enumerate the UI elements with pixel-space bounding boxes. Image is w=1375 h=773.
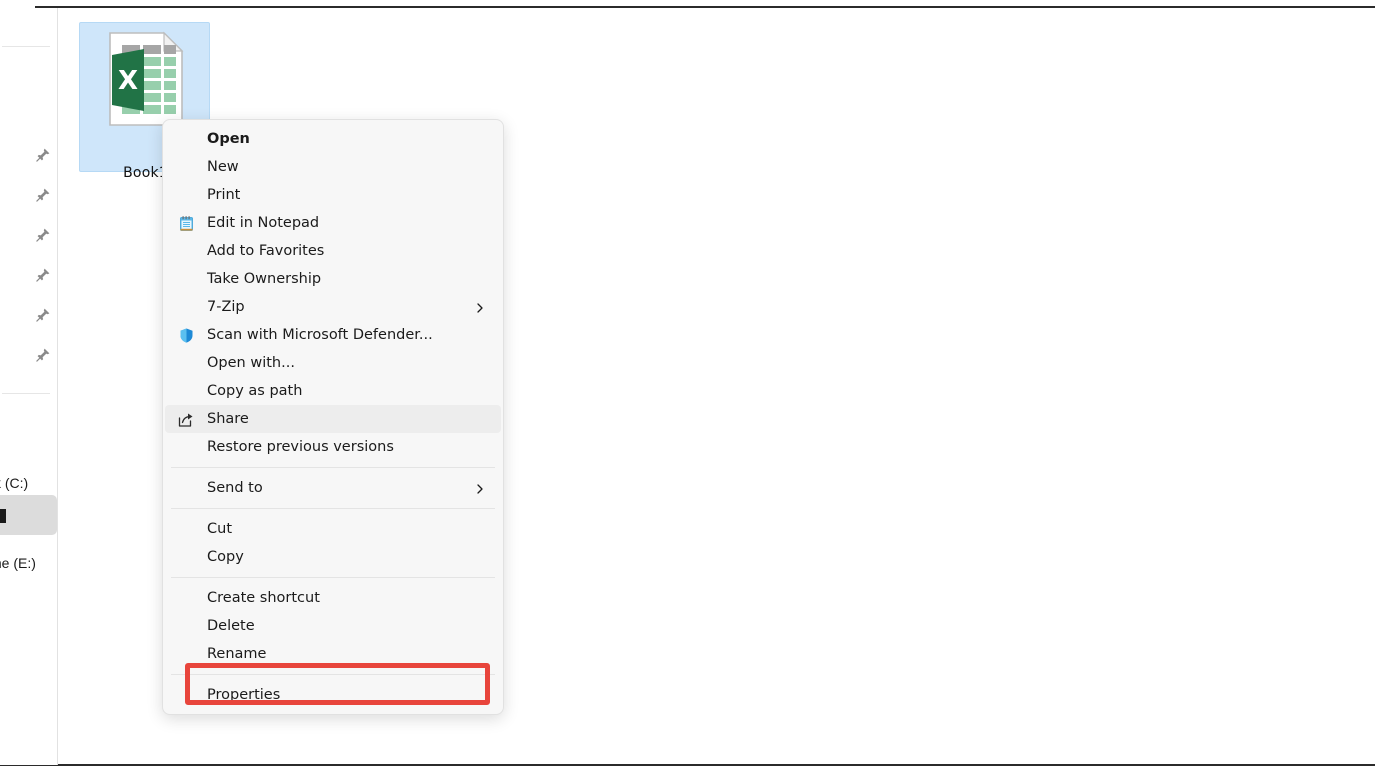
nav-item-pinned-4[interactable] [0, 255, 57, 295]
menu-item-new[interactable]: New [165, 153, 501, 181]
menu-group-properties: Properties [163, 680, 503, 710]
share-icon [177, 410, 195, 428]
pin-icon [35, 227, 51, 243]
menu-item-label: Create shortcut [207, 590, 320, 606]
excel-file-icon: X [108, 31, 186, 127]
menu-item-label: 7-Zip [207, 299, 245, 315]
menu-separator [171, 508, 495, 509]
nav-pane-divider [57, 8, 58, 765]
menu-item-label: Restore previous versions [207, 439, 394, 455]
menu-item-open-with[interactable]: Open with... [165, 349, 501, 377]
menu-item-label: Copy [207, 549, 244, 565]
menu-item-label: Open [207, 131, 250, 147]
menu-item-open[interactable]: Open [165, 125, 501, 153]
window-top-border [35, 6, 1375, 8]
menu-item-label: New [207, 159, 239, 175]
pin-icon [35, 187, 51, 203]
menu-item-label: Print [207, 187, 241, 203]
menu-item-take-ownership[interactable]: Take Ownership [165, 265, 501, 293]
nav-separator [2, 46, 50, 47]
nav-item-selected[interactable] [0, 495, 57, 535]
menu-item-scan-with-defender[interactable]: Scan with Microsoft Defender... [165, 321, 501, 349]
navigation-pane: k (C:) me (E:) [0, 8, 57, 765]
chevron-right-icon [475, 482, 485, 494]
pin-icon [35, 347, 51, 363]
menu-group-send-to: Send to [163, 473, 503, 503]
menu-item-restore-previous-versions[interactable]: Restore previous versions [165, 433, 501, 461]
menu-item-label: Edit in Notepad [207, 215, 320, 231]
menu-item-rename[interactable]: Rename [165, 640, 501, 668]
menu-item-properties[interactable]: Properties [165, 681, 501, 709]
nav-item-drive-e[interactable]: me (E:) [0, 544, 57, 584]
notepad-icon [177, 214, 195, 232]
menu-item-label: Delete [207, 618, 255, 634]
menu-item-create-shortcut[interactable]: Create shortcut [165, 584, 501, 612]
svg-text:X: X [118, 66, 138, 96]
shield-icon [177, 326, 195, 344]
menu-item-label: Take Ownership [207, 271, 322, 287]
menu-item-label: Properties [207, 687, 281, 703]
context-menu: Open New Print Edit in Notepad Add to Fa… [162, 119, 504, 715]
menu-item-label: Open with... [207, 355, 295, 371]
menu-item-copy[interactable]: Copy [165, 543, 501, 571]
menu-separator [171, 674, 495, 675]
menu-group-clipboard: Cut Copy [163, 514, 503, 572]
menu-item-delete[interactable]: Delete [165, 612, 501, 640]
menu-item-edit-in-notepad[interactable]: Edit in Notepad [165, 209, 501, 237]
window-frame: k (C:) me (E:) [0, 0, 1375, 773]
menu-item-label: Add to Favorites [207, 243, 325, 259]
menu-item-print[interactable]: Print [165, 181, 501, 209]
chevron-right-icon [475, 301, 485, 313]
menu-separator [171, 467, 495, 468]
nav-item-pinned-1[interactable] [0, 135, 57, 175]
menu-item-label: Copy as path [207, 383, 303, 399]
menu-item-send-to[interactable]: Send to [165, 474, 501, 502]
menu-item-label: Share [207, 411, 249, 427]
pin-icon [35, 307, 51, 323]
menu-separator [171, 577, 495, 578]
nav-separator [2, 393, 50, 394]
menu-item-7-zip[interactable]: 7-Zip [165, 293, 501, 321]
menu-item-label: Rename [207, 646, 267, 662]
menu-item-label: Send to [207, 480, 263, 496]
nav-drive-label: me (E:) [0, 555, 36, 571]
menu-item-cut[interactable]: Cut [165, 515, 501, 543]
menu-item-share[interactable]: Share [165, 405, 501, 433]
menu-group-file-ops: Create shortcut Delete Rename [163, 583, 503, 669]
menu-group-primary: Open New Print Edit in Notepad Add to Fa… [163, 124, 503, 462]
pin-icon [35, 267, 51, 283]
menu-item-add-to-favorites[interactable]: Add to Favorites [165, 237, 501, 265]
menu-item-copy-as-path[interactable]: Copy as path [165, 377, 501, 405]
menu-item-label: Cut [207, 521, 232, 537]
nav-item-pinned-5[interactable] [0, 295, 57, 335]
window-bottom-border [0, 764, 1375, 766]
nav-item-pinned-2[interactable] [0, 175, 57, 215]
nav-selected-indicator [0, 509, 6, 523]
pin-icon [35, 147, 51, 163]
menu-item-label: Scan with Microsoft Defender... [207, 327, 433, 343]
nav-item-pinned-3[interactable] [0, 215, 57, 255]
nav-item-pinned-6[interactable] [0, 335, 57, 375]
nav-drive-label: k (C:) [0, 475, 29, 491]
